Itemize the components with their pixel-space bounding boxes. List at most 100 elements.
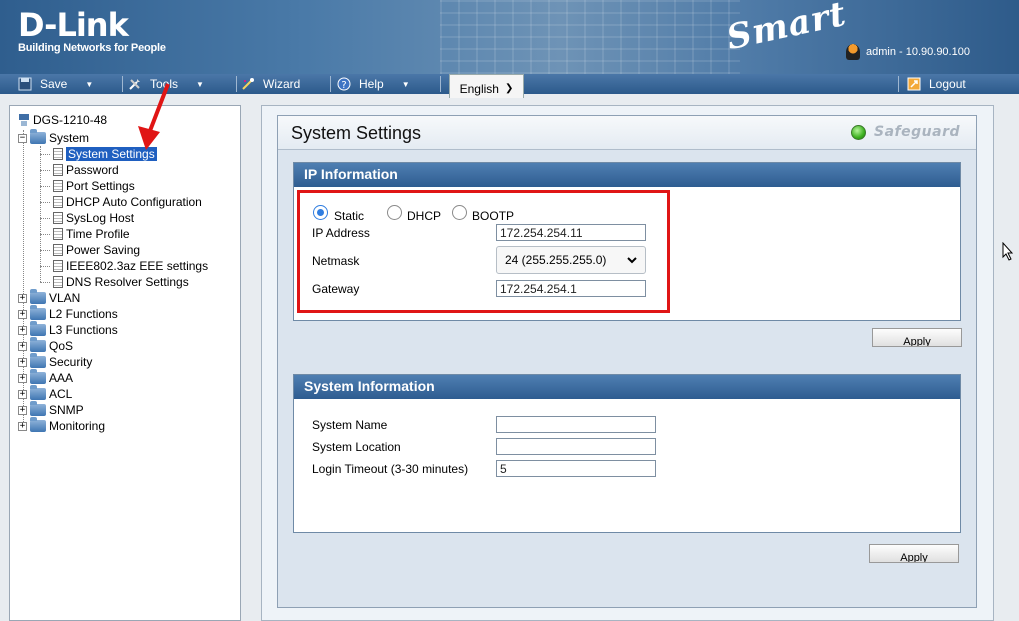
tree-item-port-settings[interactable]: Port Settings xyxy=(40,178,135,194)
tree-item-syslog-host[interactable]: SysLog Host xyxy=(40,210,134,226)
folder-icon xyxy=(30,369,46,384)
tree-folder-label: Security xyxy=(49,355,93,369)
toolbar-divider xyxy=(122,76,123,92)
folder-open-icon xyxy=(30,129,46,144)
tree-item-label: Password xyxy=(66,163,119,177)
page-header: System Settings Safeguard xyxy=(278,116,976,150)
language-value: English xyxy=(459,81,499,96)
toolbar-divider xyxy=(440,76,441,92)
tree-item-eee-settings[interactable]: IEEE802.3az EEE settings xyxy=(40,258,208,274)
dlink-logo: D-Link Building Networks for People xyxy=(18,8,166,54)
tree-item-dhcp-auto-config[interactable]: DHCP Auto Configuration xyxy=(40,194,202,210)
tree-folder-vlan[interactable]: + VLAN xyxy=(18,289,80,306)
page-icon xyxy=(53,228,63,240)
tree-item-dns-resolver[interactable]: DNS Resolver Settings xyxy=(40,274,189,290)
header-banner: D-Link Building Networks for People Smar… xyxy=(0,0,1019,74)
tree-item-label: DNS Resolver Settings xyxy=(66,275,189,289)
tree-folder-l2-functions[interactable]: + L2 Functions xyxy=(18,305,118,322)
tree-folder-system[interactable]: − System xyxy=(18,129,90,146)
save-menu[interactable]: Save ▼ xyxy=(18,74,93,94)
system-name-label: System Name xyxy=(312,418,388,432)
help-label: Help xyxy=(359,77,384,91)
system-location-label: System Location xyxy=(312,440,401,454)
tree-folder-label: QoS xyxy=(49,339,74,353)
save-icon xyxy=(18,77,32,91)
tree-folder-snmp[interactable]: + SNMP xyxy=(18,401,84,418)
annotation-arrow-icon xyxy=(138,83,170,150)
expand-icon[interactable]: + xyxy=(18,405,27,415)
folder-icon xyxy=(30,321,46,336)
tree-folder-aaa[interactable]: + AAA xyxy=(18,369,74,386)
tree-folder-label: SNMP xyxy=(49,403,84,417)
tree-folder-label: AAA xyxy=(49,371,74,385)
tree-folder-label: System xyxy=(49,131,90,145)
expand-icon[interactable]: + xyxy=(18,341,27,351)
section-heading: System Information xyxy=(294,375,960,399)
expand-icon[interactable]: + xyxy=(18,309,27,319)
login-timeout-field[interactable]: 5 xyxy=(496,460,656,477)
tree-folder-acl[interactable]: + ACL xyxy=(18,385,73,402)
annotation-highlight-box xyxy=(297,190,670,313)
expand-icon[interactable]: + xyxy=(18,357,27,367)
expand-icon[interactable]: + xyxy=(18,373,27,383)
tree-folder-qos[interactable]: + QoS xyxy=(18,337,74,354)
page-icon xyxy=(53,196,63,208)
system-location-field[interactable] xyxy=(496,438,656,455)
tree-item-label: Power Saving xyxy=(66,243,141,257)
section-heading: IP Information xyxy=(294,163,960,187)
help-menu[interactable]: ? Help ▼ xyxy=(337,74,410,94)
chevron-down-icon: ❯ xyxy=(504,83,514,94)
page-icon xyxy=(53,180,63,192)
tree-folder-label: ACL xyxy=(49,387,73,401)
page-icon xyxy=(53,260,63,272)
user-info: admin - 10.90.90.100 xyxy=(846,44,970,60)
tree-item-label: Port Settings xyxy=(66,179,135,193)
tree-folder-monitoring[interactable]: + Monitoring xyxy=(18,417,106,434)
product-logo: Smart xyxy=(723,0,851,59)
toolbar-divider xyxy=(898,76,899,92)
wizard-button[interactable]: Wizard xyxy=(241,74,300,94)
brand-tagline: Building Networks for People xyxy=(18,42,166,54)
save-label: Save xyxy=(40,77,68,91)
tree-root[interactable]: DGS-1210-48 xyxy=(18,112,107,128)
tree-item-label: Time Profile xyxy=(66,227,130,241)
page-icon xyxy=(53,276,63,288)
folder-icon xyxy=(30,385,46,400)
toolbar-divider xyxy=(330,76,331,92)
folder-icon xyxy=(30,417,46,432)
switch-icon xyxy=(19,114,29,126)
wizard-label: Wizard xyxy=(263,77,301,91)
expand-icon[interactable]: + xyxy=(18,421,27,431)
login-timeout-label: Login Timeout (3-30 minutes) xyxy=(312,462,469,476)
ip-apply-button[interactable]: Apply xyxy=(872,328,962,347)
tree-item-label: IEEE802.3az EEE settings xyxy=(66,259,209,273)
expand-icon[interactable]: + xyxy=(18,389,27,399)
folder-icon xyxy=(30,305,46,320)
safeguard-indicator: Safeguard xyxy=(851,124,960,140)
status-led-icon xyxy=(851,124,867,140)
logout-button[interactable]: Logout xyxy=(907,74,966,94)
help-icon: ? xyxy=(337,77,351,91)
tree-item-password[interactable]: Password xyxy=(40,162,119,178)
tree-folder-label: L2 Functions xyxy=(49,307,118,321)
chevron-down-icon: ▼ xyxy=(196,79,204,89)
page-icon xyxy=(53,212,63,224)
folder-icon xyxy=(30,401,46,416)
system-name-field[interactable] xyxy=(496,416,656,433)
logout-label: Logout xyxy=(929,77,966,91)
collapse-icon[interactable]: − xyxy=(18,133,27,143)
expand-icon[interactable]: + xyxy=(18,325,27,335)
tree-folder-l3-functions[interactable]: + L3 Functions xyxy=(18,321,118,338)
language-select[interactable]: English ❯ xyxy=(449,74,524,98)
tree-item-time-profile[interactable]: Time Profile xyxy=(40,226,130,242)
folder-icon xyxy=(30,353,46,368)
tree-folder-label: Monitoring xyxy=(49,419,106,433)
sys-apply-button[interactable]: Apply xyxy=(869,544,959,563)
tree-item-power-saving[interactable]: Power Saving xyxy=(40,242,140,258)
folder-icon xyxy=(30,337,46,352)
chevron-down-icon: ▼ xyxy=(401,79,410,89)
tree-folder-security[interactable]: + Security xyxy=(18,353,93,370)
safeguard-label: Safeguard xyxy=(874,124,960,140)
navigation-tree: DGS-1210-48 − System System Settings Pas… xyxy=(9,105,241,621)
expand-icon[interactable]: + xyxy=(18,293,27,303)
